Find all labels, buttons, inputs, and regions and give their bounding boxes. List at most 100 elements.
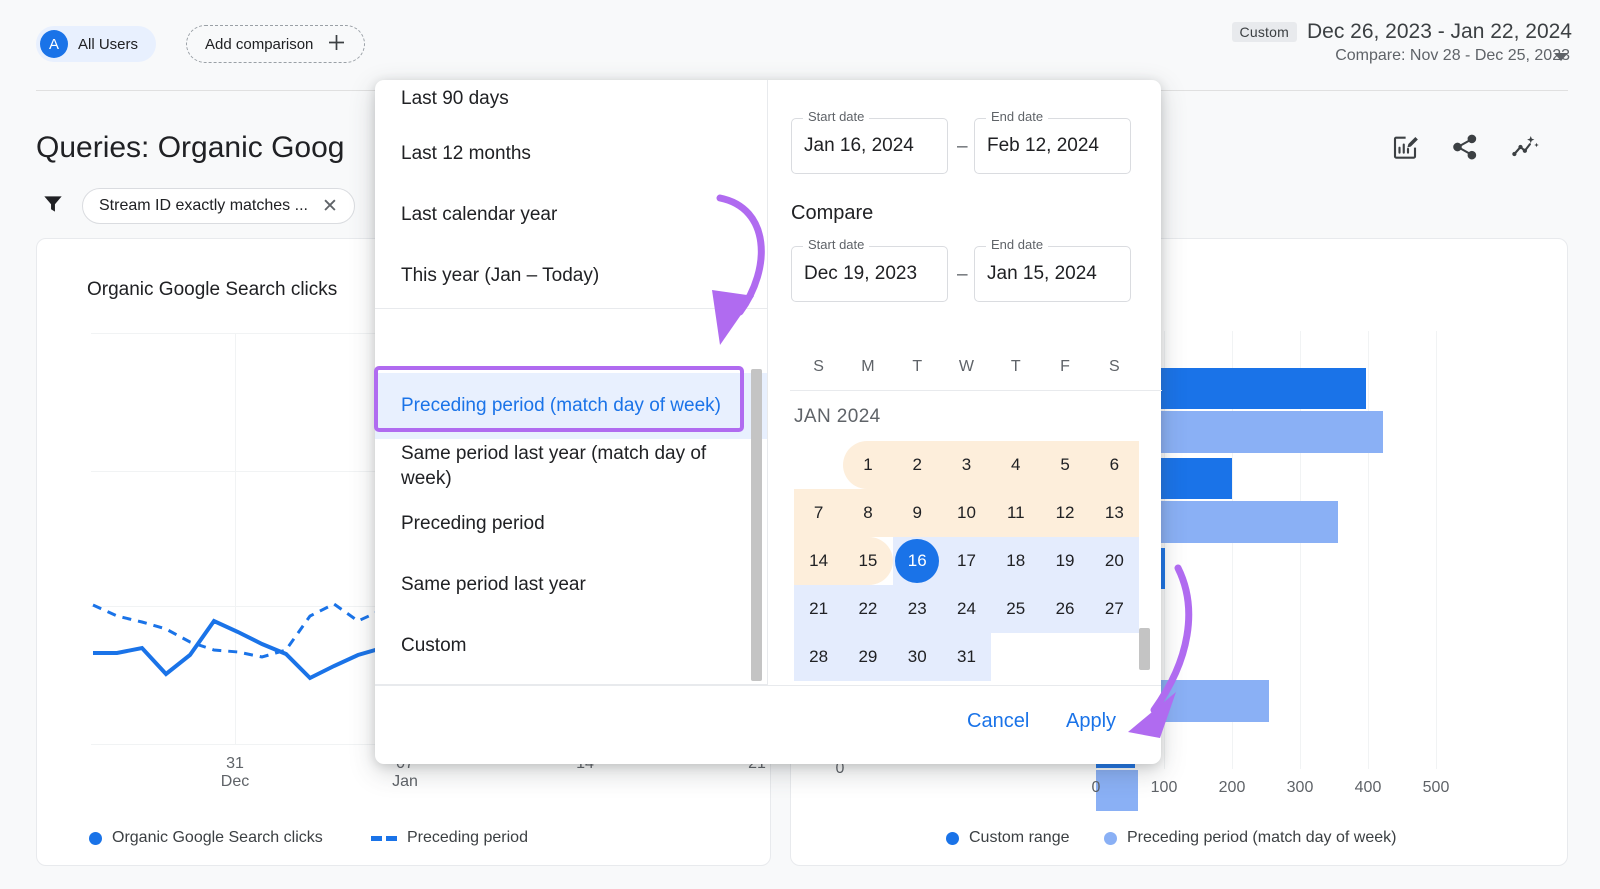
legend-dash-icon (371, 835, 397, 841)
legend-item-organic-clicks[interactable]: Organic Google Search clicks (89, 829, 323, 847)
page-title: Queries: Organic Goog (36, 131, 345, 164)
calendar-day-of-week-header: S M T W T F S (794, 358, 1139, 376)
preset-this-year[interactable]: This year (Jan – Today) (375, 249, 767, 303)
legend-label: Organic Google Search clicks (112, 829, 323, 846)
legend-item-preceding-period[interactable]: Preceding period (371, 829, 528, 847)
x-tick-label: 300 (1286, 779, 1314, 796)
calendar-day[interactable]: 25 (991, 585, 1041, 633)
preset-last-calendar-year[interactable]: Last calendar year (375, 188, 767, 242)
calendar-day[interactable]: 17 (941, 537, 992, 585)
legend-label: Preceding period (407, 829, 528, 846)
gridline (1368, 331, 1369, 769)
dow-label: M (861, 358, 875, 375)
calendar-week: 7 8 9 10 11 12 13 (794, 489, 1139, 537)
app-root: A All Users Add comparison Custom Dec 26… (0, 0, 1600, 889)
calendar-day[interactable]: 20 (1089, 537, 1139, 585)
calendar-day[interactable]: 15 (843, 537, 893, 585)
calendar-day[interactable]: 24 (941, 585, 992, 633)
calendar-day[interactable]: 23 (892, 585, 942, 633)
date-range-selector[interactable]: Custom Dec 26, 2023 - Jan 22, 2024 Compa… (1231, 20, 1572, 65)
legend-item-custom-range[interactable]: Custom range (946, 829, 1070, 847)
preset-last-90-days[interactable]: Last 90 days (375, 80, 767, 124)
calendar-day[interactable]: 8 (843, 489, 893, 537)
calendar-day (794, 441, 843, 489)
end-date-value: Feb 12, 2024 (987, 135, 1099, 156)
compare-option-same-period-last-year-match-dow[interactable]: Same period last year (match day of week… (375, 433, 767, 499)
filter-chip-label: Stream ID exactly matches ... (99, 197, 308, 214)
date-range-compare-value: Compare: Nov 28 - Dec 25, 2023 (1335, 47, 1570, 64)
legend-dot-icon (946, 831, 959, 845)
dow-label: S (813, 358, 824, 375)
edit-chart-icon[interactable] (1390, 132, 1420, 162)
legend-label: Custom range (969, 829, 1070, 846)
calendar-day[interactable]: 2 (892, 441, 942, 489)
calendar-month-label: JAN 2024 (794, 406, 881, 427)
calendar-day[interactable]: 5 (1040, 441, 1090, 489)
calendar-day[interactable]: 21 (794, 585, 844, 633)
add-comparison-label: Add comparison (205, 35, 314, 53)
legend-label: Preceding period (match day of week) (1127, 829, 1397, 846)
audience-chip-label: All Users (78, 35, 139, 53)
calendar-day[interactable]: 6 (1089, 441, 1139, 489)
date-range-value: Dec 26, 2023 - Jan 22, 2024 (1306, 20, 1572, 43)
calendar-day[interactable]: 3 (941, 441, 992, 489)
x-tick-label: 100 (1150, 779, 1178, 796)
calendar-day[interactable]: 11 (991, 489, 1041, 537)
calendar-day[interactable]: 19 (1040, 537, 1090, 585)
calendar-day[interactable]: 26 (1040, 585, 1090, 633)
preset-list: Last 90 days Last 12 months Last calenda… (375, 80, 767, 764)
close-icon[interactable]: ✕ (322, 197, 338, 216)
calendar-week: 28 29 30 31 (794, 633, 1139, 681)
compare-end-date-field[interactable]: End date Jan 15, 2024 (974, 237, 1131, 302)
compare-option-preceding-period-match-dow[interactable]: Preceding period (match day of week) (375, 373, 767, 439)
calendar-day[interactable]: 22 (843, 585, 893, 633)
dow-label: W (958, 358, 975, 375)
chevron-down-icon[interactable] (1554, 53, 1568, 61)
calendar-day[interactable]: 1 (843, 441, 893, 489)
preset-list-scrollbar[interactable] (751, 369, 762, 681)
x-tick-label: 0 (1091, 779, 1101, 796)
calendar-week: 21 22 23 24 25 26 27 (794, 585, 1139, 633)
dow-label: T (912, 358, 923, 375)
calendar-day[interactable]: 12 (1040, 489, 1090, 537)
legend-dot-icon (1104, 831, 1117, 845)
compare-option-custom[interactable]: Custom (375, 620, 767, 672)
compare-end-date-value: Jan 15, 2024 (987, 263, 1097, 284)
compare-option-preceding-period[interactable]: Preceding period (375, 498, 767, 550)
legend-item-preceding-period[interactable]: Preceding period (match day of week) (1104, 829, 1396, 847)
calendar-day-selected[interactable]: 16 (892, 537, 942, 585)
end-date-field[interactable]: End date Feb 12, 2024 (974, 109, 1131, 174)
x-tick-label: 400 (1354, 779, 1382, 796)
calendar-day[interactable]: 4 (991, 441, 1041, 489)
gridline (1436, 331, 1437, 769)
add-comparison-button[interactable]: Add comparison (186, 25, 366, 63)
apply-button[interactable]: Apply (1066, 710, 1116, 733)
compare-option-same-period-last-year[interactable]: Same period last year (375, 559, 767, 611)
calendar-day[interactable]: 29 (843, 633, 893, 681)
dow-label: T (1010, 358, 1021, 375)
insights-icon[interactable] (1510, 132, 1540, 162)
start-date-field[interactable]: Start date Jan 16, 2024 (791, 109, 948, 174)
audience-chip-all-users[interactable]: A All Users (36, 26, 157, 62)
calendar-day[interactable]: 10 (941, 489, 992, 537)
calendar-day[interactable]: 13 (1089, 489, 1139, 537)
calendar-day[interactable]: 28 (794, 633, 844, 681)
calendar-header-divider (790, 390, 1162, 391)
calendar-day[interactable]: 27 (1089, 585, 1139, 633)
calendar-day[interactable]: 7 (794, 489, 844, 537)
share-icon[interactable] (1450, 132, 1480, 162)
calendar-day[interactable]: 18 (991, 537, 1041, 585)
compare-start-date-field[interactable]: Start date Dec 19, 2023 (791, 237, 948, 302)
preset-last-12-months[interactable]: Last 12 months (375, 127, 767, 181)
calendar-day[interactable]: 30 (892, 633, 942, 681)
filter-chip-stream-id[interactable]: Stream ID exactly matches ... ✕ (82, 188, 355, 224)
calendar-day[interactable]: 9 (892, 489, 942, 537)
calendar-week: 1 2 3 4 5 6 (794, 441, 1139, 489)
calendar-day[interactable]: 14 (794, 537, 844, 585)
calendar-scrollbar[interactable] (1139, 628, 1150, 670)
compare-end-date-caption: End date (986, 237, 1049, 252)
avatar: A (40, 30, 68, 58)
calendar-week: 14 15 16 17 18 19 20 (794, 537, 1139, 585)
cancel-button[interactable]: Cancel (967, 710, 1029, 733)
calendar-day[interactable]: 31 (941, 633, 992, 681)
